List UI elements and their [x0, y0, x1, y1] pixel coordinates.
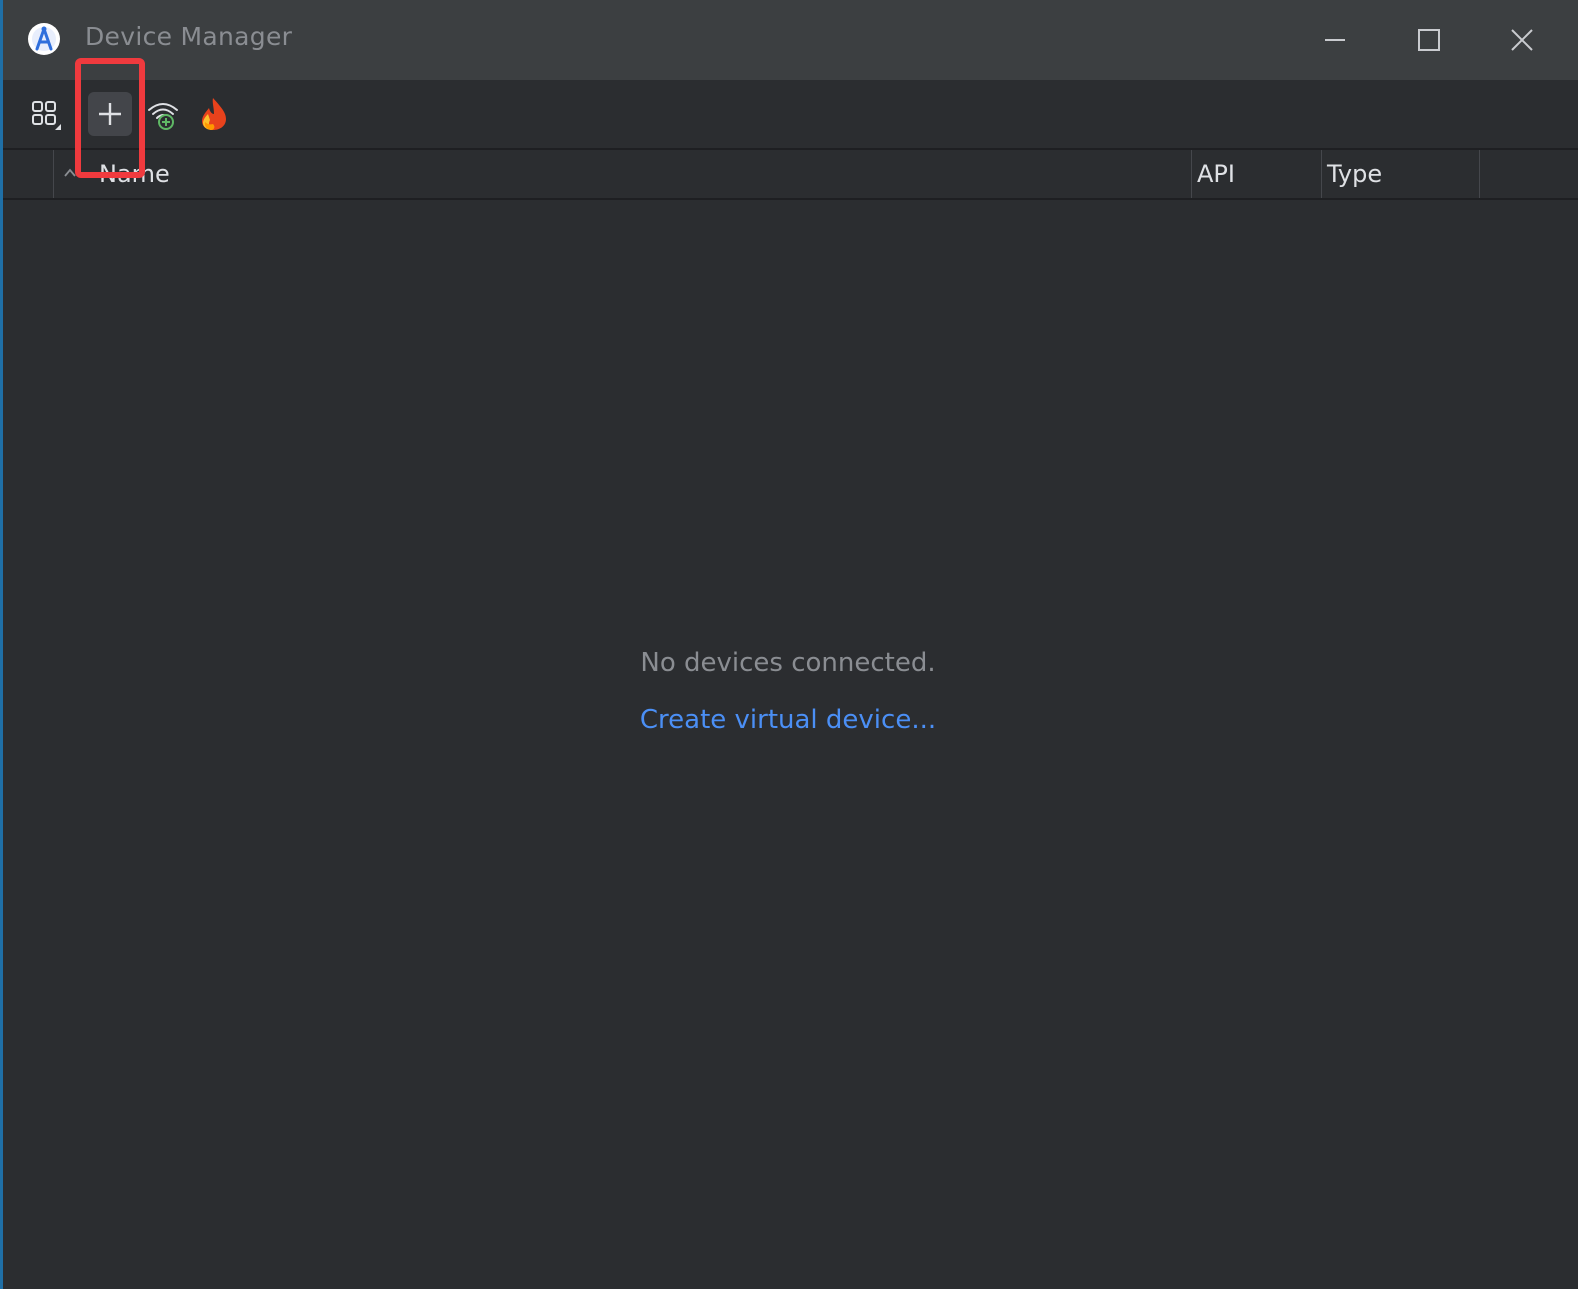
firebase-button[interactable]: [191, 92, 235, 136]
column-divider[interactable]: [53, 150, 54, 198]
pair-wifi-button[interactable]: [141, 92, 185, 136]
column-header-api[interactable]: API: [1197, 160, 1235, 188]
window-title: Device Manager: [85, 22, 293, 51]
title-bar[interactable]: Device Manager: [3, 0, 1578, 80]
maximize-icon: [1418, 29, 1440, 51]
create-virtual-device-link[interactable]: Create virtual device...: [3, 705, 1573, 735]
device-manager-window: Device Manager Name API Type No devices …: [0, 0, 1578, 1289]
table-header: Name API Type: [3, 150, 1578, 200]
create-device-button[interactable]: [88, 92, 132, 136]
plus-icon: [99, 103, 121, 125]
close-icon: [1511, 29, 1533, 51]
minimize-button[interactable]: [1313, 18, 1357, 62]
wifi-plus-icon: [148, 103, 178, 130]
column-header-name[interactable]: Name: [99, 160, 170, 188]
column-header-type[interactable]: Type: [1327, 160, 1382, 188]
maximize-button[interactable]: [1407, 18, 1451, 62]
column-divider[interactable]: [1191, 150, 1192, 198]
close-button[interactable]: [1500, 18, 1544, 62]
toolbar: [3, 80, 1578, 150]
column-divider[interactable]: [1321, 150, 1322, 198]
grid-icon: [32, 101, 61, 130]
column-divider[interactable]: [1479, 150, 1480, 198]
minimize-icon: [1325, 39, 1345, 41]
device-layout-menu-button[interactable]: [23, 92, 67, 136]
sort-ascending-icon: [64, 168, 76, 177]
firebase-icon: [202, 98, 226, 130]
empty-state-message: No devices connected.: [640, 648, 936, 678]
android-studio-logo-icon: [28, 23, 60, 55]
